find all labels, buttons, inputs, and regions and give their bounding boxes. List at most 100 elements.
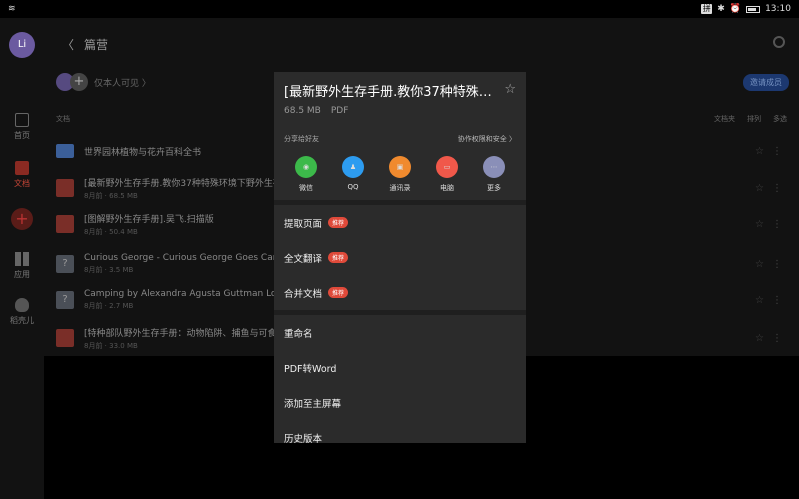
menu-label: 添加至主屏幕	[284, 398, 342, 410]
create-button[interactable]: +	[11, 208, 33, 230]
file-action-sheet: [最新野外生存手册.教你37种特殊… ☆ 68.5 MB PDF 分享给好友 协…	[274, 72, 526, 443]
rail-item-docer[interactable]: 稻壳儿	[0, 298, 44, 326]
list-tools: 文档夹 排列 多选	[714, 114, 787, 124]
rail-item-label: 首页	[14, 131, 30, 140]
menu-extract-pages[interactable]: 提取页面 推荐	[274, 205, 526, 240]
pdf-icon	[56, 329, 74, 347]
computer-icon: ▭	[436, 156, 458, 178]
wechat-icon: ◉	[295, 156, 317, 178]
new-folder-button[interactable]: 文档夹	[714, 114, 735, 124]
bluetooth-icon: ✱	[717, 4, 725, 14]
file-name: [图解野外生存手册].吴飞.扫描版	[84, 214, 214, 225]
star-icon[interactable]: ☆	[755, 183, 764, 194]
menu-add-to-home[interactable]: 添加至主屏幕	[274, 385, 526, 420]
sort-button[interactable]: 排列	[747, 114, 761, 124]
rail-item-label: 文档	[14, 179, 30, 188]
file-meta: 8月前 · 3.5 MB	[84, 266, 134, 274]
menu-rename[interactable]: 重命名	[274, 315, 526, 350]
app-label: 微信	[299, 184, 313, 192]
members-bar[interactable]: + 仅本人可见 〉	[56, 73, 151, 91]
add-member-icon[interactable]: +	[70, 73, 88, 91]
app-label: QQ	[347, 183, 359, 191]
share-label: 分享给好友	[284, 135, 319, 143]
file-name: 世界园林植物与花卉百科全书	[84, 147, 202, 158]
more-icon[interactable]: ⋮	[772, 183, 782, 194]
folder-icon	[56, 144, 74, 158]
file-type: PDF	[330, 106, 349, 116]
menu-label: 合并文档	[284, 288, 323, 300]
menu-pdf-to-word[interactable]: PDF转Word	[274, 350, 526, 385]
recommend-badge: 推荐	[328, 217, 349, 228]
wifi-icon: ≋	[8, 4, 16, 14]
menu-label: 重命名	[284, 328, 313, 340]
menu-merge[interactable]: 合并文档 推荐	[274, 275, 526, 310]
battery-icon	[746, 5, 761, 13]
flame-icon	[15, 298, 29, 312]
menu-label: 提取页面	[284, 218, 323, 230]
file-name: [最新野外生存手册.教你37种特殊环境下野外生存	[84, 178, 282, 189]
star-icon[interactable]: ☆	[755, 219, 764, 230]
star-icon[interactable]: ☆	[504, 82, 516, 97]
pdf-icon	[56, 215, 74, 233]
menu-label: 全文翻译	[284, 253, 323, 265]
ime-indicator: 拼	[701, 4, 713, 14]
list-header: 文档	[56, 115, 70, 123]
file-size: 68.5 MB	[284, 106, 321, 116]
file-meta: 8月前 · 2.7 MB	[84, 302, 134, 310]
document-icon	[15, 161, 29, 175]
multiselect-button[interactable]: 多选	[773, 114, 787, 124]
menu-translate[interactable]: 全文翻译 推荐	[274, 240, 526, 275]
more-icon[interactable]: ⋮	[772, 219, 782, 230]
invite-members-button[interactable]: 邀请成员	[743, 74, 789, 91]
sheet-header: [最新野外生存手册.教你37种特殊… ☆ 68.5 MB PDF 分享给好友 协…	[274, 72, 526, 200]
search-icon[interactable]	[773, 36, 785, 48]
back-icon[interactable]: 〈	[62, 36, 74, 53]
file-name: Camping by Alexandra Agusta Guttman Lock	[84, 289, 287, 299]
left-rail: Li 首页 文档 + 应用 稻壳儿	[0, 18, 44, 499]
rail-item-apps[interactable]: 应用	[0, 252, 44, 280]
share-computer-button[interactable]: ▭ 电脑	[429, 156, 465, 193]
share-qq-button[interactable]: ♟ QQ	[335, 156, 371, 193]
share-wechat-button[interactable]: ◉ 微信	[288, 156, 324, 193]
star-icon[interactable]: ☆	[755, 295, 764, 306]
rail-item-home[interactable]: 首页	[0, 113, 44, 141]
unknown-file-icon: ?	[56, 291, 74, 309]
apps-grid-icon	[15, 252, 29, 266]
menu-label: PDF转Word	[284, 363, 337, 375]
more-icon[interactable]: ⋮	[772, 333, 782, 344]
star-icon[interactable]: ☆	[755, 259, 764, 270]
star-icon[interactable]: ☆	[755, 146, 764, 157]
recommend-badge: 推荐	[328, 287, 349, 298]
file-name: Curious George - Curious George Goes Cam…	[84, 253, 288, 263]
file-title: [最新野外生存手册.教你37种特殊…	[284, 85, 492, 100]
qq-icon: ♟	[342, 156, 364, 178]
more-icon: ⋯	[483, 156, 505, 178]
unknown-file-icon: ?	[56, 255, 74, 273]
file-meta: 8月前 · 33.0 MB	[84, 341, 138, 350]
contacts-icon: ▣	[389, 156, 411, 178]
more-icon[interactable]: ⋮	[772, 295, 782, 306]
avatar[interactable]: Li	[9, 32, 35, 58]
rail-item-docs[interactable]: 文档	[0, 161, 44, 189]
rail-item-label: 稻壳儿	[10, 316, 34, 325]
more-icon[interactable]: ⋮	[772, 259, 782, 270]
menu-history[interactable]: 历史版本	[274, 420, 526, 444]
file-meta: 8月前 · 68.5 MB	[84, 191, 138, 200]
menu-label: 历史版本	[284, 433, 323, 444]
permission-link[interactable]: 协作权限和安全 〉	[458, 134, 516, 144]
file-name: [特种部队野外生存手册：动物陷阱、捕鱼与可食	[84, 328, 277, 339]
header: 〈 篇营	[62, 36, 108, 53]
share-contacts-button[interactable]: ▣ 通讯录	[382, 156, 418, 193]
visibility-text: 仅本人可见 〉	[94, 78, 151, 89]
clock: 13:10	[765, 4, 791, 14]
rail-item-label: 应用	[14, 270, 30, 279]
app-label: 更多	[487, 184, 501, 192]
more-icon[interactable]: ⋮	[772, 146, 782, 157]
alarm-icon: ⏰	[729, 4, 742, 14]
app-label: 通讯录	[389, 184, 411, 192]
home-icon	[15, 113, 29, 127]
share-more-button[interactable]: ⋯ 更多	[476, 156, 512, 193]
star-icon[interactable]: ☆	[755, 333, 764, 344]
pdf-icon	[56, 179, 74, 197]
file-meta: 8月前 · 50.4 MB	[84, 227, 138, 236]
